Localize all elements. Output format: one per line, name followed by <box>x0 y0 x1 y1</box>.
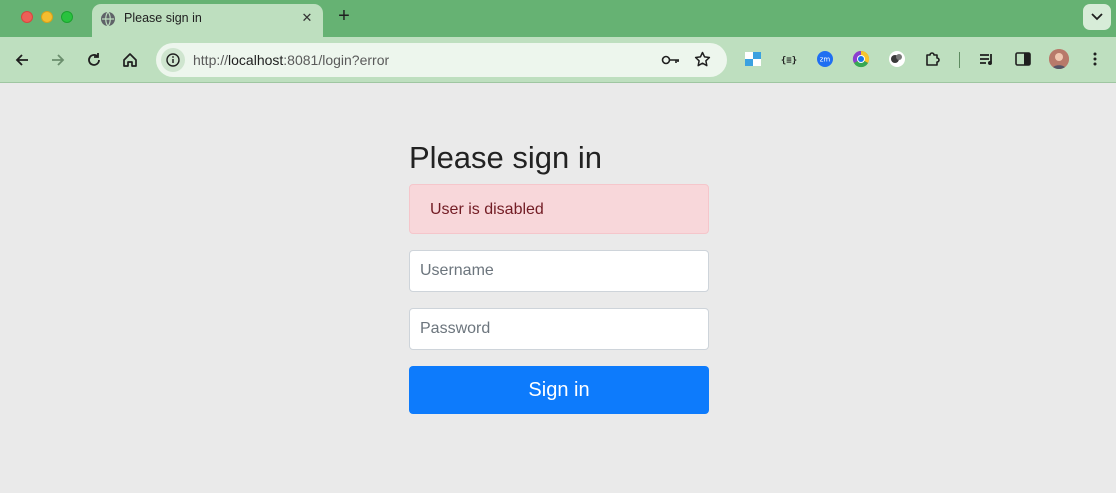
toolbar-divider <box>959 52 960 68</box>
svg-text:zm: zm <box>820 56 831 64</box>
star-icon[interactable] <box>694 51 711 73</box>
json-extension-icon[interactable]: {≡} <box>780 50 798 68</box>
page-title: Please sign in <box>409 140 603 175</box>
info-icon <box>166 53 180 67</box>
arrow-left-icon <box>15 54 28 66</box>
bitwarden-extension-icon[interactable] <box>888 50 906 68</box>
tab-strip: Please sign in ✕ + <box>0 0 1116 37</box>
tab-search-button[interactable] <box>1083 4 1111 30</box>
url-scheme: http:// <box>193 52 229 68</box>
url-host: localhost <box>228 52 284 68</box>
calendar-extension-icon[interactable] <box>744 50 762 68</box>
chrome-extension-icon[interactable] <box>852 50 870 68</box>
home-button[interactable] <box>120 50 140 70</box>
key-icon[interactable] <box>661 52 681 73</box>
browser-toolbar: http://localhost:8081/login?error {≡} zm <box>0 37 1116 83</box>
back-button[interactable] <box>12 50 32 70</box>
arrow-right-icon <box>52 54 65 66</box>
sign-in-button[interactable]: Sign in <box>409 366 709 414</box>
zoom-extension-icon[interactable]: zm <box>816 50 834 68</box>
avatar[interactable] <box>1049 49 1069 69</box>
tab-close-icon[interactable]: ✕ <box>299 10 315 26</box>
tab-title: Please sign in <box>124 11 202 25</box>
home-icon <box>123 53 137 67</box>
window-maximize-button[interactable] <box>61 11 73 23</box>
puzzle-icon[interactable] <box>924 50 942 68</box>
globe-icon <box>100 11 116 27</box>
address-bar[interactable]: http://localhost:8081/login?error <box>156 43 727 77</box>
chevron-down-icon <box>1091 13 1103 21</box>
url-path: :8081/login?error <box>283 52 390 68</box>
window-minimize-button[interactable] <box>41 11 53 23</box>
forward-button[interactable] <box>48 50 68 70</box>
side-panel-icon[interactable] <box>1014 50 1032 68</box>
new-tab-button[interactable]: + <box>334 6 354 26</box>
browser-tab[interactable]: Please sign in ✕ <box>92 4 323 37</box>
kebab-menu-icon[interactable] <box>1086 50 1104 68</box>
url-text[interactable]: http://localhost:8081/login?error <box>193 52 389 68</box>
password-input[interactable] <box>409 308 709 350</box>
reload-button[interactable] <box>84 50 104 70</box>
window-close-button[interactable] <box>21 11 33 23</box>
error-alert: User is disabled <box>409 184 709 234</box>
username-input[interactable] <box>409 250 709 292</box>
svg-text:{≡}: {≡} <box>781 56 797 66</box>
media-control-icon[interactable] <box>978 50 996 68</box>
site-info-button[interactable] <box>161 48 185 72</box>
reload-icon <box>88 53 100 66</box>
